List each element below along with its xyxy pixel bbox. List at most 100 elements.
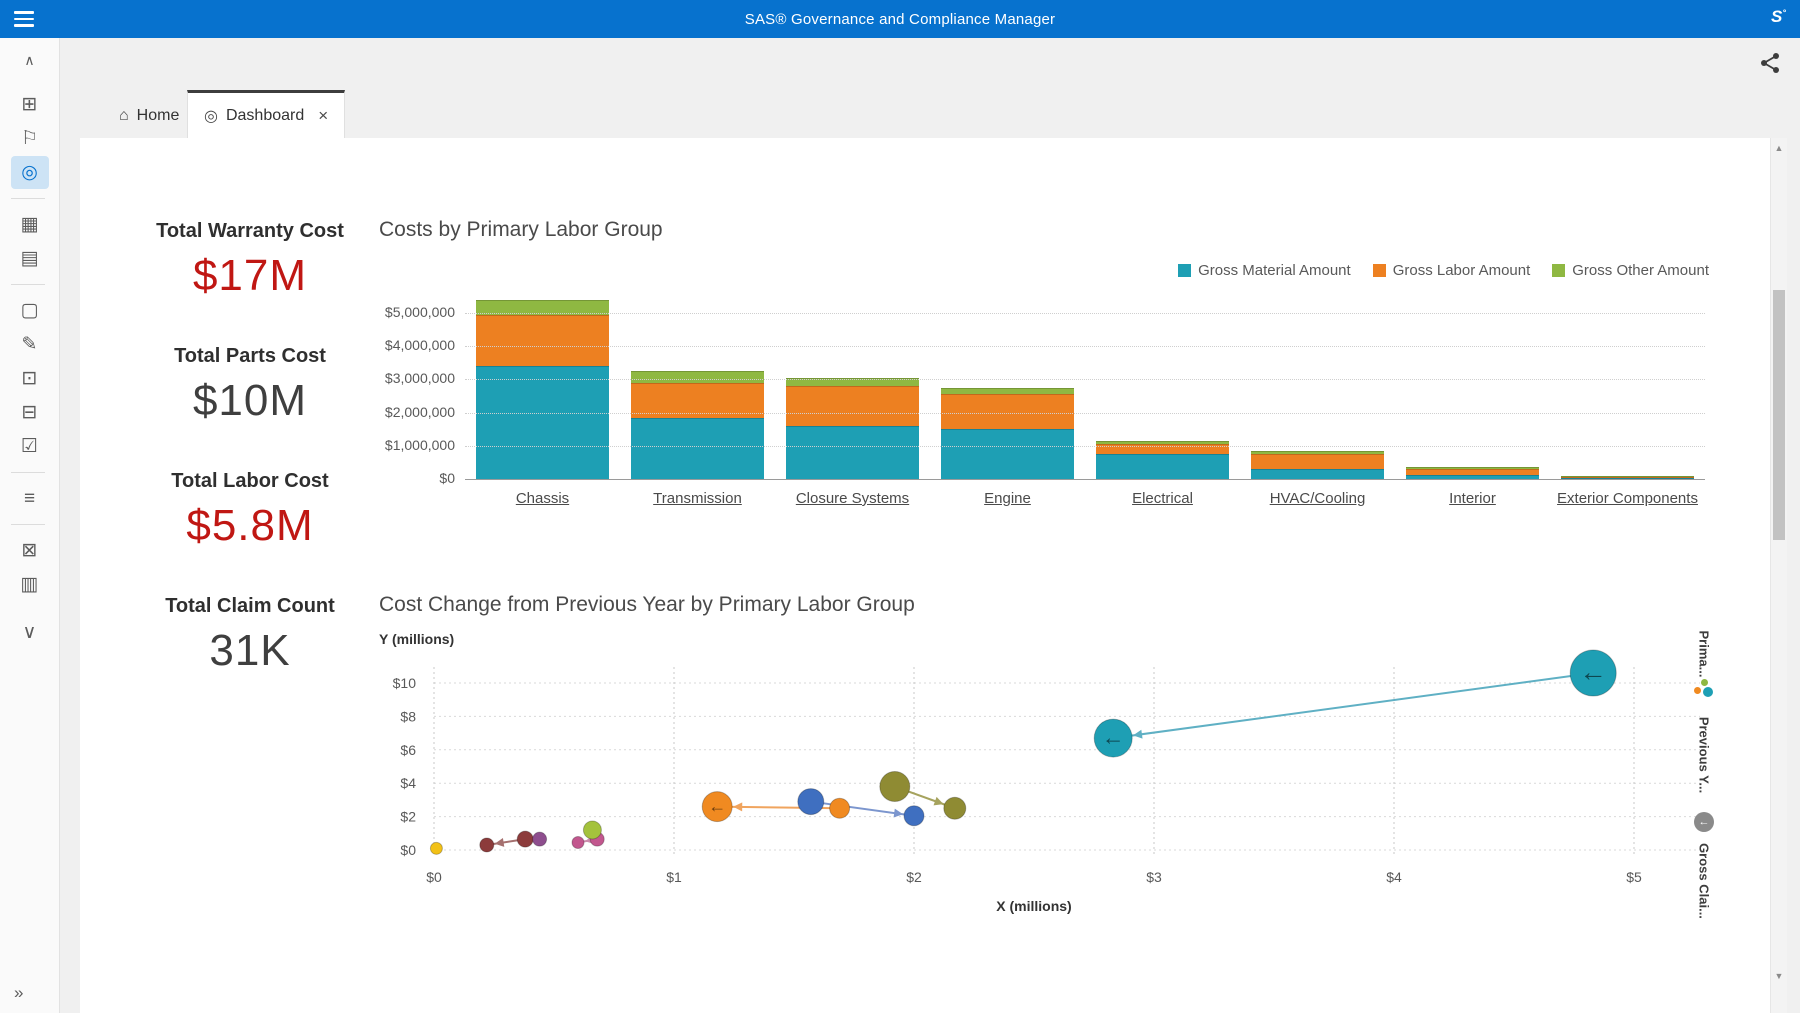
x-tick-label: $2	[906, 869, 922, 885]
bubble[interactable]	[944, 797, 966, 819]
close-icon[interactable]: ×	[318, 106, 328, 126]
sidebar-item-copy-icon[interactable]: ⊡	[11, 362, 49, 395]
bar-segment[interactable]	[631, 371, 764, 383]
bar-segment[interactable]	[941, 429, 1074, 479]
scroll-down-icon[interactable]: ▼	[1771, 968, 1787, 984]
bar-segment[interactable]	[941, 388, 1074, 395]
sidebar-item-document-icon[interactable]: ▢	[11, 294, 49, 327]
sidebar-item-tasks-icon[interactable]: ☑	[11, 430, 49, 463]
bubble[interactable]	[572, 836, 584, 848]
bar-segment[interactable]	[1561, 476, 1694, 477]
scroll-up-icon[interactable]: ▲	[1771, 140, 1787, 156]
y-tick-label: $0	[379, 470, 455, 486]
bubble[interactable]	[880, 772, 910, 802]
category-label[interactable]: HVAC/Cooling	[1240, 490, 1395, 507]
kpi-label: Total Claim Count	[110, 595, 390, 618]
bubble[interactable]	[533, 832, 547, 846]
sidebar-item-dashboard-icon[interactable]: ◎	[11, 156, 49, 189]
bar-segment[interactable]	[476, 315, 609, 366]
arrowhead-icon	[1133, 730, 1143, 739]
sidebar-divider	[11, 198, 45, 199]
sidebar-item-notes-icon[interactable]: ≡	[11, 482, 49, 515]
bar-segment[interactable]	[1251, 451, 1384, 454]
gridline	[465, 479, 1705, 480]
y-tick-label: $10	[393, 675, 417, 691]
bar-segment[interactable]	[1096, 454, 1229, 479]
y-tick-label: $0	[400, 842, 416, 858]
category-label[interactable]: Transmission	[620, 490, 775, 507]
kpi-total-warranty-cost: Total Warranty Cost $17M	[110, 220, 390, 301]
scatter-plot-area: $0$2$4$6$8$10$0$1$2$3$4$5X (millions)←←←	[370, 645, 1730, 923]
sidebar-item-briefcase-icon[interactable]: ▤	[11, 242, 49, 275]
bar-segment[interactable]	[786, 386, 919, 426]
dashboard-canvas: Total Warranty Cost $17M Total Parts Cos…	[80, 138, 1770, 1013]
bar-column	[930, 296, 1085, 479]
bar-column	[1085, 296, 1240, 479]
category-label[interactable]: Chassis	[465, 490, 620, 507]
previous-year-arrow-icon: ←	[1579, 656, 1607, 687]
y-tick-label: $8	[400, 708, 416, 724]
category-label[interactable]: Engine	[930, 490, 1085, 507]
legend-item[interactable]: Gross Other Amount	[1552, 262, 1709, 279]
arrowhead-icon	[495, 838, 505, 847]
scrollbar-thumb[interactable]	[1773, 290, 1785, 540]
gridline	[465, 446, 1705, 447]
chevron-down-icon[interactable]: ∨	[11, 616, 49, 649]
bar-segment[interactable]	[1096, 441, 1229, 444]
tab-dashboard[interactable]: ◎ Dashboard ×	[187, 90, 345, 138]
category-label[interactable]: Exterior Components	[1550, 490, 1705, 507]
bar-segment[interactable]	[1406, 469, 1539, 475]
sidebar-item-flag-report-icon[interactable]: ⚐	[11, 122, 49, 155]
sidebar-item-inventory-icon[interactable]: ⊞	[11, 88, 49, 121]
y-tick-label: $3,000,000	[379, 370, 455, 386]
bubble[interactable]	[480, 838, 494, 852]
kpi-label: Total Labor Cost	[110, 470, 390, 493]
bubble[interactable]	[798, 789, 824, 815]
bar-segment[interactable]	[1251, 454, 1384, 469]
bubble[interactable]	[904, 806, 924, 826]
bar-segment[interactable]	[786, 426, 919, 479]
y-tick-label: $4,000,000	[379, 337, 455, 353]
sidebar-item-edit-icon[interactable]: ✎	[11, 328, 49, 361]
x-tick-label: $0	[426, 869, 442, 885]
bar-segment[interactable]	[1561, 477, 1694, 478]
bar-segment[interactable]	[1251, 469, 1384, 479]
legend-primary-label: Prima...	[1697, 631, 1712, 678]
chevron-up-icon[interactable]: ∧	[11, 49, 49, 71]
hamburger-menu-icon[interactable]	[14, 8, 40, 30]
app-title: SAS® Governance and Compliance Manager	[745, 11, 1056, 28]
sas-logo[interactable]: S°	[1771, 7, 1786, 27]
kpi-total-labor-cost: Total Labor Cost $5.8M	[110, 470, 390, 551]
bubble[interactable]	[830, 798, 850, 818]
bar-column	[775, 296, 930, 479]
previous-year-arrow-icon: ←	[708, 796, 726, 816]
bubble[interactable]	[583, 821, 601, 839]
arrowhead-icon	[733, 802, 742, 811]
gridline	[465, 313, 1705, 314]
bubble-cluster-icon	[1694, 678, 1714, 698]
kpi-value: $5.8M	[110, 501, 390, 551]
bar-segment[interactable]	[476, 366, 609, 479]
legend-item[interactable]: Gross Material Amount	[1178, 262, 1351, 279]
expand-sidebar-icon[interactable]: »	[14, 983, 23, 1003]
bar-segment[interactable]	[1406, 467, 1539, 469]
bar-column	[1550, 296, 1705, 479]
bar-segment[interactable]	[631, 418, 764, 479]
sidebar-item-monitor-icon[interactable]: ⊟	[11, 396, 49, 429]
sidebar-item-clipboard-icon[interactable]: ▥	[11, 568, 49, 601]
bar-column	[1395, 296, 1550, 479]
category-label[interactable]: Closure Systems	[775, 490, 930, 507]
dashboard-icon: ◎	[204, 106, 218, 126]
arrowhead-icon	[894, 809, 904, 818]
legend-item[interactable]: Gross Labor Amount	[1373, 262, 1531, 279]
category-label[interactable]: Interior	[1395, 490, 1550, 507]
kpi-value: 31K	[110, 626, 390, 676]
category-label[interactable]: Electrical	[1085, 490, 1240, 507]
sidebar-item-calendar-icon[interactable]: ▦	[11, 208, 49, 241]
tab-home[interactable]: ⌂ Home	[103, 93, 195, 138]
sidebar-item-search-doc-icon[interactable]: ⊠	[11, 534, 49, 567]
tab-home-label: Home	[137, 107, 180, 125]
share-icon[interactable]	[1756, 50, 1784, 78]
bubble[interactable]	[517, 831, 533, 847]
bubble[interactable]	[430, 842, 442, 854]
